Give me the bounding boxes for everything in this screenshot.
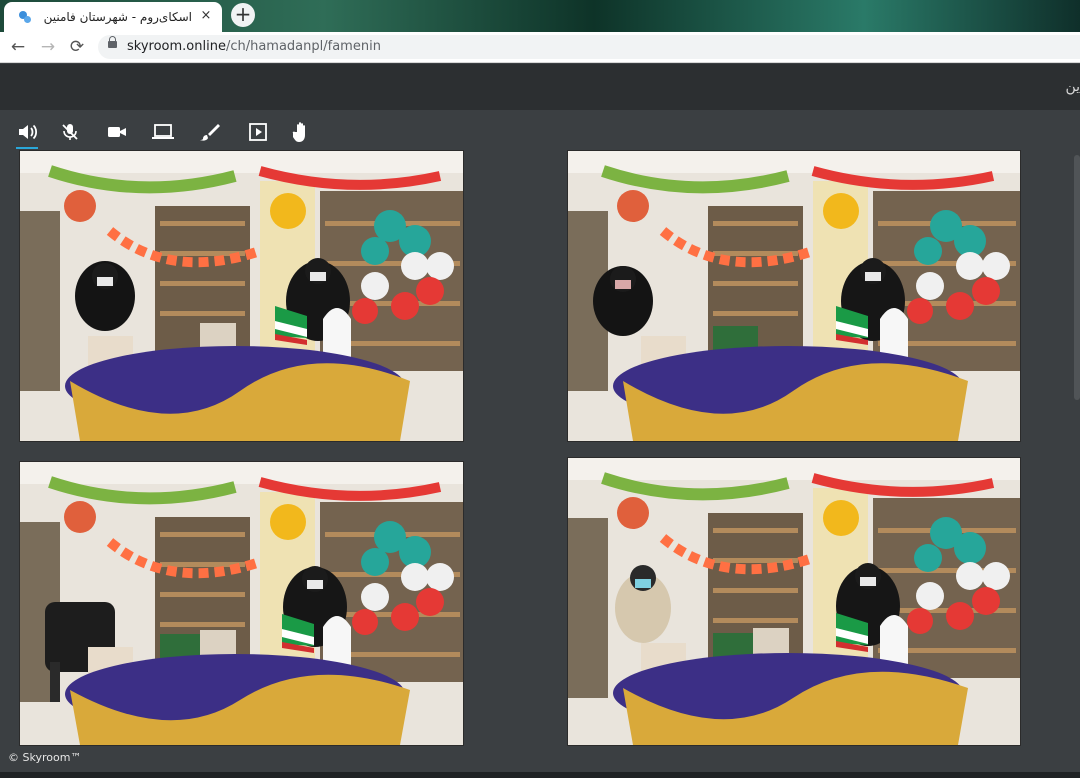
- forward-arrow-icon[interactable]: →: [38, 37, 58, 57]
- screen-share-icon: [152, 124, 174, 139]
- url-text: skyroom.online/ch/hamadanpl/famenin: [127, 39, 381, 54]
- mic-muted-icon: [62, 124, 78, 140]
- media-play-icon: [249, 123, 267, 141]
- address-bar: ← → ⟳ skyroom.online/ch/hamadanpl/fameni…: [0, 32, 1080, 63]
- tab-title: اسکای‌روم - شهرستان فامنین: [43, 10, 192, 24]
- speaker-icon: [19, 124, 38, 140]
- tab-close-icon[interactable]: ×: [198, 8, 214, 24]
- skyroom-favicon-icon: [19, 11, 31, 23]
- video-tile[interactable]: [19, 461, 464, 746]
- mic-button[interactable]: [58, 121, 82, 143]
- url-path: /ch/hamadanpl/famenin: [225, 39, 381, 54]
- back-arrow-icon[interactable]: ←: [8, 37, 28, 57]
- copyright-text: © Skyroom™: [8, 751, 82, 764]
- browser-tab-strip: اسکای‌روم - شهرستان فامنین × +: [0, 0, 1080, 32]
- reload-icon[interactable]: ⟳: [67, 37, 87, 57]
- video-frame-image: [568, 151, 1020, 441]
- panel-scrollbar[interactable]: [1074, 155, 1080, 400]
- room-toolbar: [0, 110, 1080, 150]
- url-input[interactable]: skyroom.online/ch/hamadanpl/famenin: [98, 35, 1080, 59]
- raise-hand-icon: [292, 122, 305, 142]
- video-frame-image: [568, 458, 1020, 745]
- video-tile[interactable]: [567, 457, 1021, 746]
- bottom-strip: [0, 772, 1080, 778]
- raise-hand-button[interactable]: [289, 121, 313, 143]
- video-tile[interactable]: [567, 150, 1021, 442]
- whiteboard-button[interactable]: [198, 121, 222, 143]
- brush-icon: [200, 124, 220, 141]
- camera-button[interactable]: [105, 121, 129, 143]
- screen-share-button[interactable]: [151, 121, 175, 143]
- lock-icon: [108, 36, 117, 48]
- video-frame-image: [20, 151, 463, 441]
- new-tab-button[interactable]: +: [231, 3, 255, 27]
- browser-tab[interactable]: اسکای‌روم - شهرستان فامنین ×: [4, 2, 222, 32]
- url-domain: skyroom.online: [127, 39, 226, 54]
- video-frame-image: [20, 462, 463, 745]
- media-button[interactable]: [246, 121, 270, 143]
- speaker-button[interactable]: [16, 121, 40, 149]
- room-header: ین: [0, 64, 1080, 110]
- camera-icon: [108, 127, 126, 137]
- room-title: ین: [1065, 79, 1080, 95]
- video-tile[interactable]: [19, 150, 464, 442]
